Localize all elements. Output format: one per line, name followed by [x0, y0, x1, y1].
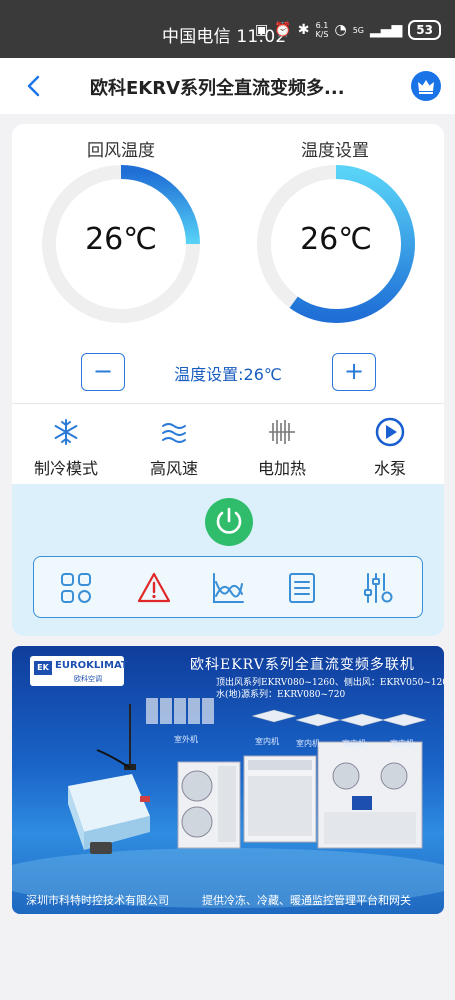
setpoint-text: 温度设置:26℃ — [174, 365, 282, 384]
alarm-button[interactable] — [136, 570, 172, 606]
mode-electric-heat[interactable]: 电加热 — [232, 417, 332, 479]
status-icons: ▣ ⏰ ✱ 6.1 K/S ◔ 5G ▂▄▆ 53 — [255, 20, 441, 40]
mode-cooling[interactable]: 制冷模式 — [16, 417, 116, 479]
decrease-temp-button[interactable]: − — [81, 353, 125, 391]
settings-button[interactable] — [360, 570, 396, 606]
mode-high-fan[interactable]: 高风速 — [124, 417, 224, 479]
company-name: 深圳市科特时控技术有限公司 — [26, 894, 169, 907]
indoor-unit-label-1: 室内机 — [255, 737, 279, 746]
return-air-value: 26℃ — [85, 222, 157, 257]
grid-icon — [61, 573, 91, 603]
power-button[interactable] — [205, 498, 253, 546]
control-area — [12, 484, 444, 636]
mode-water-pump-label: 水泵 — [373, 459, 406, 478]
mode-water-pump[interactable]: 水泵 — [340, 417, 440, 479]
alarm-icon — [137, 572, 171, 603]
list-button[interactable] — [284, 570, 320, 606]
service-description: 提供冷冻、冷藏、暖通监控管理平台和网关 — [202, 894, 411, 907]
curve-button[interactable] — [210, 570, 246, 606]
mode-high-fan-label: 高风速 — [149, 459, 198, 478]
pump-icon — [375, 417, 405, 447]
nav-bar: 欧科EKRV系列全直流变频多... — [0, 58, 455, 114]
indoor-unit-label-2: 室内机 — [296, 739, 320, 748]
increase-temp-button[interactable]: + — [332, 353, 376, 391]
outdoor-unit-label: 室外机 — [174, 735, 198, 744]
temp-setting-label: 温度设置 — [301, 141, 369, 161]
wind-icon — [162, 423, 186, 443]
battery-indicator: 53 — [408, 20, 441, 40]
nfc-icon: ▣ — [255, 22, 269, 38]
mode-cooling-label: 制冷模式 — [33, 459, 98, 478]
network-type: 5G — [352, 25, 364, 35]
list-icon — [289, 573, 315, 603]
snowflake-icon — [54, 419, 78, 445]
bluetooth-icon: ✱ — [297, 22, 310, 38]
promo-banner[interactable]: EK EUROKLIMAT 欧科空调 欧科EKRV系列全直流变频多联机 顶出风系… — [12, 646, 444, 914]
curve-chart-icon — [213, 573, 244, 603]
temp-setting-gauge: 26℃ — [254, 162, 418, 326]
divider — [12, 403, 444, 404]
back-button[interactable] — [20, 72, 48, 100]
indoor-unit-label-4: 室内机 — [390, 739, 414, 748]
status-bar: 中国电信 11:02 ▣ ⏰ ✱ 6.1 K/S ◔ 5G ▂▄▆ 53 — [0, 0, 455, 58]
crown-icon — [418, 80, 434, 94]
indoor-unit-label-3: 室内机 — [342, 739, 366, 748]
return-air-gauge: 26℃ — [39, 162, 203, 326]
power-icon — [216, 507, 242, 534]
net-speed: 6.1 K/S — [315, 21, 329, 39]
temp-setting-value: 26℃ — [300, 222, 372, 257]
settings-sliders-icon — [364, 573, 393, 603]
vip-button[interactable] — [411, 71, 441, 101]
mode-electric-heat-label: 电加热 — [257, 459, 306, 478]
chevron-left-icon — [27, 75, 40, 97]
wifi-icon: ◔ — [334, 22, 347, 38]
banner-illustration — [12, 698, 444, 908]
heater-icon — [269, 420, 295, 444]
signal-icon: ▂▄▆ — [369, 22, 403, 38]
alarm-clock-icon: ⏰ — [274, 22, 292, 38]
overview-button[interactable] — [58, 570, 94, 606]
function-bar — [33, 556, 423, 618]
control-card: 回风温度 温度设置 26℃ 26℃ − 温度设置:26℃ + 制冷模式 高风速 … — [12, 124, 444, 636]
page-title: 欧科EKRV系列全直流变频多... — [90, 78, 345, 99]
return-air-label: 回风温度 — [87, 141, 155, 161]
